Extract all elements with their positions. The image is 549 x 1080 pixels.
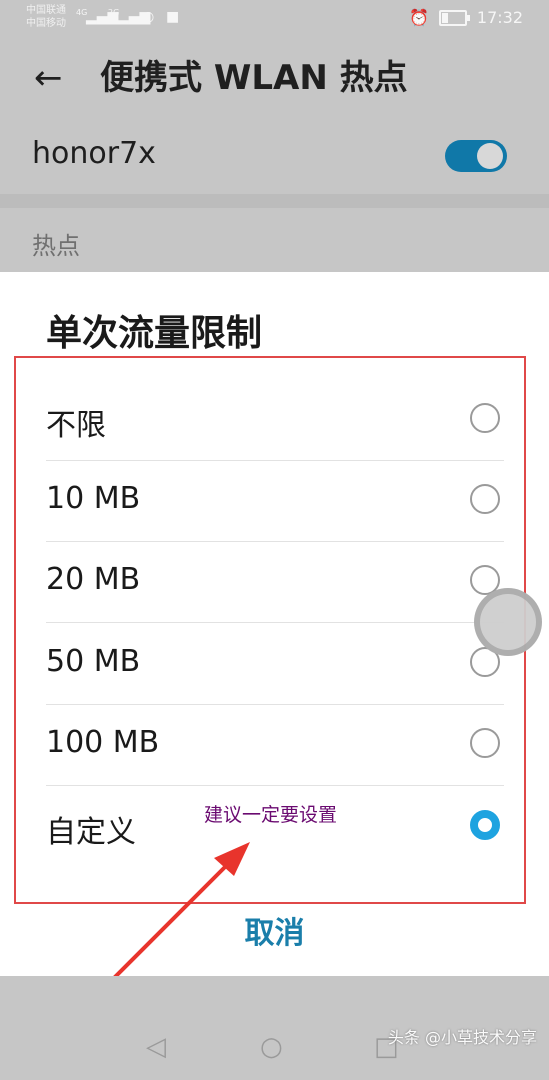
alarm-icon: ⏰ bbox=[408, 8, 429, 27]
hotspot-ssid: honor7x bbox=[32, 136, 156, 171]
option-10mb[interactable]: 10 MB bbox=[46, 461, 504, 542]
cancel-button[interactable]: 取消 bbox=[0, 908, 549, 952]
toggle-knob bbox=[477, 143, 503, 169]
option-50mb[interactable]: 50 MB bbox=[46, 624, 504, 705]
hotspot-icon: ◎ bbox=[142, 9, 155, 25]
option-label: 50 MB bbox=[46, 644, 141, 679]
radio-icon[interactable] bbox=[470, 403, 500, 433]
radio-icon[interactable] bbox=[470, 484, 500, 514]
page-title: 便携式 WLAN 热点 bbox=[100, 58, 408, 98]
carrier-info: 中国联通 中国移动 bbox=[26, 4, 66, 30]
triangle-back-icon[interactable]: ◁ bbox=[146, 1032, 166, 1062]
back-arrow-icon[interactable]: ← bbox=[34, 58, 63, 98]
section-label: 热点 bbox=[32, 232, 80, 260]
option-100mb[interactable]: 100 MB bbox=[46, 705, 504, 786]
option-custom[interactable]: 自定义 bbox=[46, 787, 504, 867]
navigation-bar: ◁ ○ □ 头条 @小草技术分享 bbox=[0, 976, 549, 1080]
divider bbox=[0, 194, 549, 208]
radio-selected-icon[interactable] bbox=[470, 810, 500, 840]
hotspot-row[interactable]: honor7x bbox=[0, 118, 549, 194]
touch-indicator-icon bbox=[474, 588, 542, 656]
notification-icon: ■ bbox=[166, 9, 180, 25]
hotspot-toggle[interactable] bbox=[445, 140, 507, 172]
status-right: ⏰ 17:32 bbox=[409, 8, 523, 27]
app-bar: ← 便携式 WLAN 热点 bbox=[0, 38, 549, 118]
option-unlimited[interactable]: 不限 bbox=[46, 380, 504, 461]
option-label: 20 MB bbox=[46, 562, 141, 597]
section-header: 热点 bbox=[0, 208, 549, 272]
carrier-2: 中国移动 bbox=[26, 18, 66, 29]
annotation-text: 建议一定要设置 bbox=[204, 804, 338, 826]
battery-icon bbox=[438, 9, 470, 26]
watermark: 头条 @小草技术分享 bbox=[387, 1028, 537, 1047]
option-label: 100 MB bbox=[46, 725, 160, 760]
option-20mb[interactable]: 20 MB bbox=[46, 542, 504, 623]
carrier-1: 中国联通 bbox=[26, 5, 66, 16]
option-label: 自定义 bbox=[46, 815, 136, 850]
status-bar: 中国联通 中国移动 4G ▂▄▆ 2G ▂▄▆ ◎ ■ ⏰ 17:32 bbox=[0, 0, 549, 38]
dialog-title: 单次流量限制 bbox=[46, 313, 263, 354]
clock: 17:32 bbox=[476, 8, 523, 27]
option-label: 不限 bbox=[46, 408, 106, 443]
radio-icon[interactable] bbox=[470, 728, 500, 758]
option-label: 10 MB bbox=[46, 481, 141, 516]
data-limit-dialog: 单次流量限制 不限 10 MB 20 MB 50 MB 100 MB 自定义 建… bbox=[0, 272, 549, 976]
circle-home-icon[interactable]: ○ bbox=[260, 1032, 283, 1062]
